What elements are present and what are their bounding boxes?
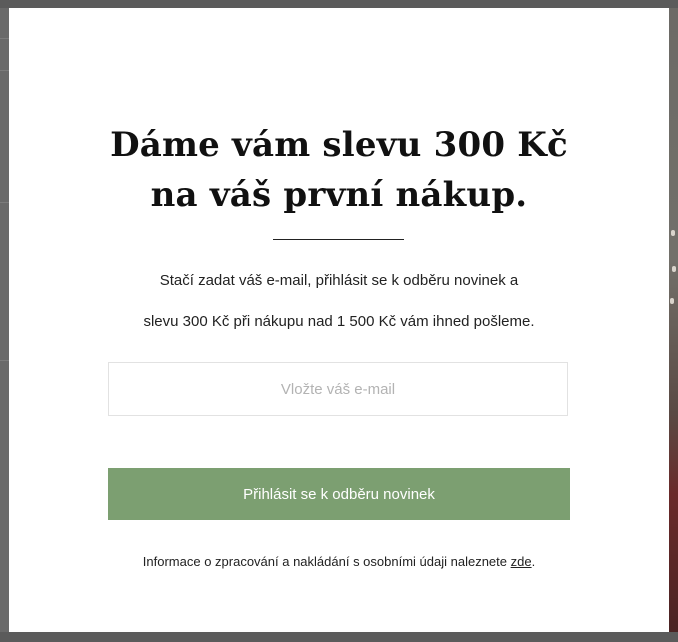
background-divider xyxy=(0,202,9,203)
subscribe-button[interactable]: Přihlásit se k odběru novinek xyxy=(108,468,570,520)
modal-headline: Dáme vám slevu 300 Kč na váš první nákup… xyxy=(9,120,669,220)
background-page-left-edge xyxy=(0,8,9,632)
background-decoration xyxy=(671,230,675,236)
description-line-2: slevu 300 Kč při nákupu nad 1 500 Kč vám… xyxy=(143,313,535,330)
privacy-note: Informace o zpracování a nakládání s oso… xyxy=(9,552,669,572)
background-page-right-edge xyxy=(669,8,678,632)
headline-line-1: Dáme vám slevu 300 Kč xyxy=(110,125,568,165)
privacy-link[interactable]: zde xyxy=(511,554,532,569)
background-divider xyxy=(0,70,9,71)
headline-line-2: na váš první nákup. xyxy=(150,175,528,215)
newsletter-modal: Dáme vám slevu 300 Kč na váš první nákup… xyxy=(9,8,669,632)
privacy-text: Informace o zpracování a nakládání s oso… xyxy=(142,554,511,569)
privacy-suffix: . xyxy=(531,554,536,569)
modal-description: Stačí zadat váš e-mail, přihlásit se k o… xyxy=(9,260,669,342)
background-divider xyxy=(0,38,9,39)
email-field[interactable] xyxy=(108,362,568,416)
description-line-1: Stačí zadat váš e-mail, přihlásit se k o… xyxy=(159,272,519,289)
background-decoration xyxy=(672,266,676,272)
headline-divider xyxy=(273,239,404,240)
background-divider xyxy=(0,360,9,361)
background-decoration xyxy=(670,298,674,304)
